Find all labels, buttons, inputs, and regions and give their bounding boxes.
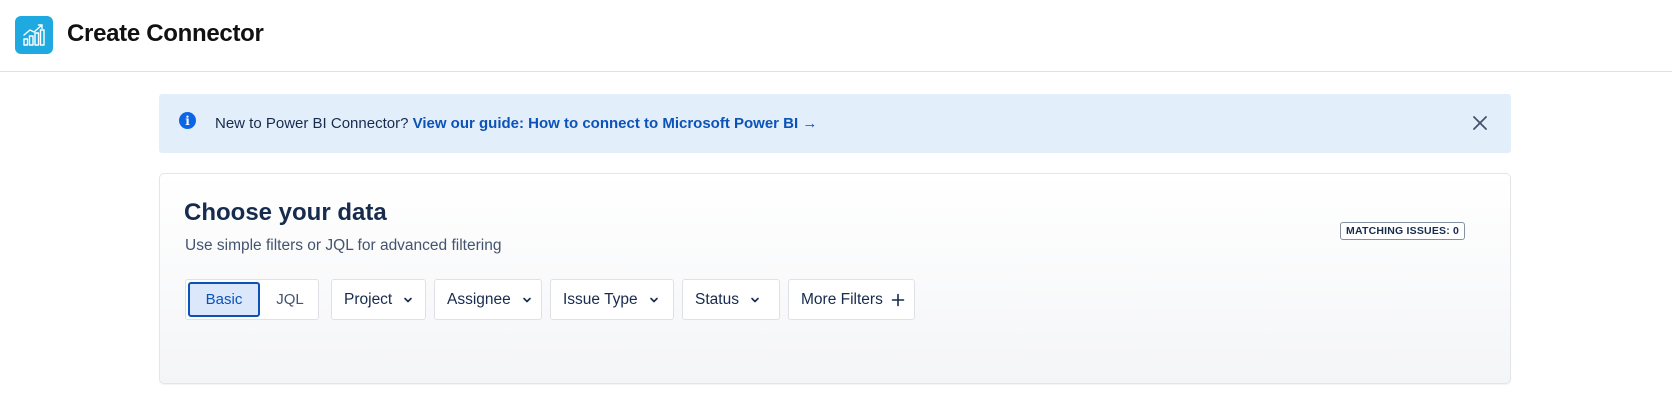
- filter-label: More Filters: [801, 290, 883, 308]
- close-icon: [1473, 116, 1487, 130]
- guide-link[interactable]: View our guide: How to connect to Micros…: [413, 115, 818, 132]
- filter-label: Project: [344, 290, 393, 308]
- banner-message: New to Power BI Connector? View our guid…: [215, 115, 817, 132]
- mode-basic-button[interactable]: Basic: [188, 282, 260, 317]
- bar-chart-growth-icon: [23, 24, 45, 46]
- filter-label: Status: [695, 290, 739, 308]
- more-filters-button[interactable]: More Filters: [788, 279, 915, 320]
- app-header: Create Connector: [0, 0, 1672, 72]
- filter-label: Issue Type: [563, 290, 638, 308]
- info-icon: i: [179, 112, 196, 129]
- banner-text: New to Power BI Connector?: [215, 115, 413, 132]
- filter-label: Assignee: [447, 290, 511, 308]
- issue-type-filter-button[interactable]: Issue Type: [550, 279, 674, 320]
- info-banner: i New to Power BI Connector? View our gu…: [159, 94, 1511, 153]
- chevron-down-icon: [749, 294, 761, 306]
- project-filter-button[interactable]: Project: [331, 279, 426, 320]
- chevron-down-icon: [402, 294, 414, 306]
- matching-issues-badge: MATCHING ISSUES: 0: [1340, 222, 1466, 240]
- chevron-down-icon: [648, 294, 660, 306]
- banner-close-button[interactable]: [1469, 112, 1491, 134]
- panel-title: Choose your data: [184, 199, 387, 226]
- app-logo: [15, 16, 53, 54]
- mode-jql-button[interactable]: JQL: [262, 282, 318, 317]
- page-title: Create Connector: [67, 20, 264, 47]
- mode-toggle: Basic JQL: [185, 279, 319, 320]
- chevron-down-icon: [521, 294, 533, 306]
- panel-subtitle: Use simple filters or JQL for advanced f…: [185, 237, 502, 254]
- choose-data-panel: Choose your data Use simple filters or J…: [159, 173, 1511, 384]
- assignee-filter-button[interactable]: Assignee: [434, 279, 542, 320]
- plus-icon: [891, 293, 905, 307]
- status-filter-button[interactable]: Status: [682, 279, 780, 320]
